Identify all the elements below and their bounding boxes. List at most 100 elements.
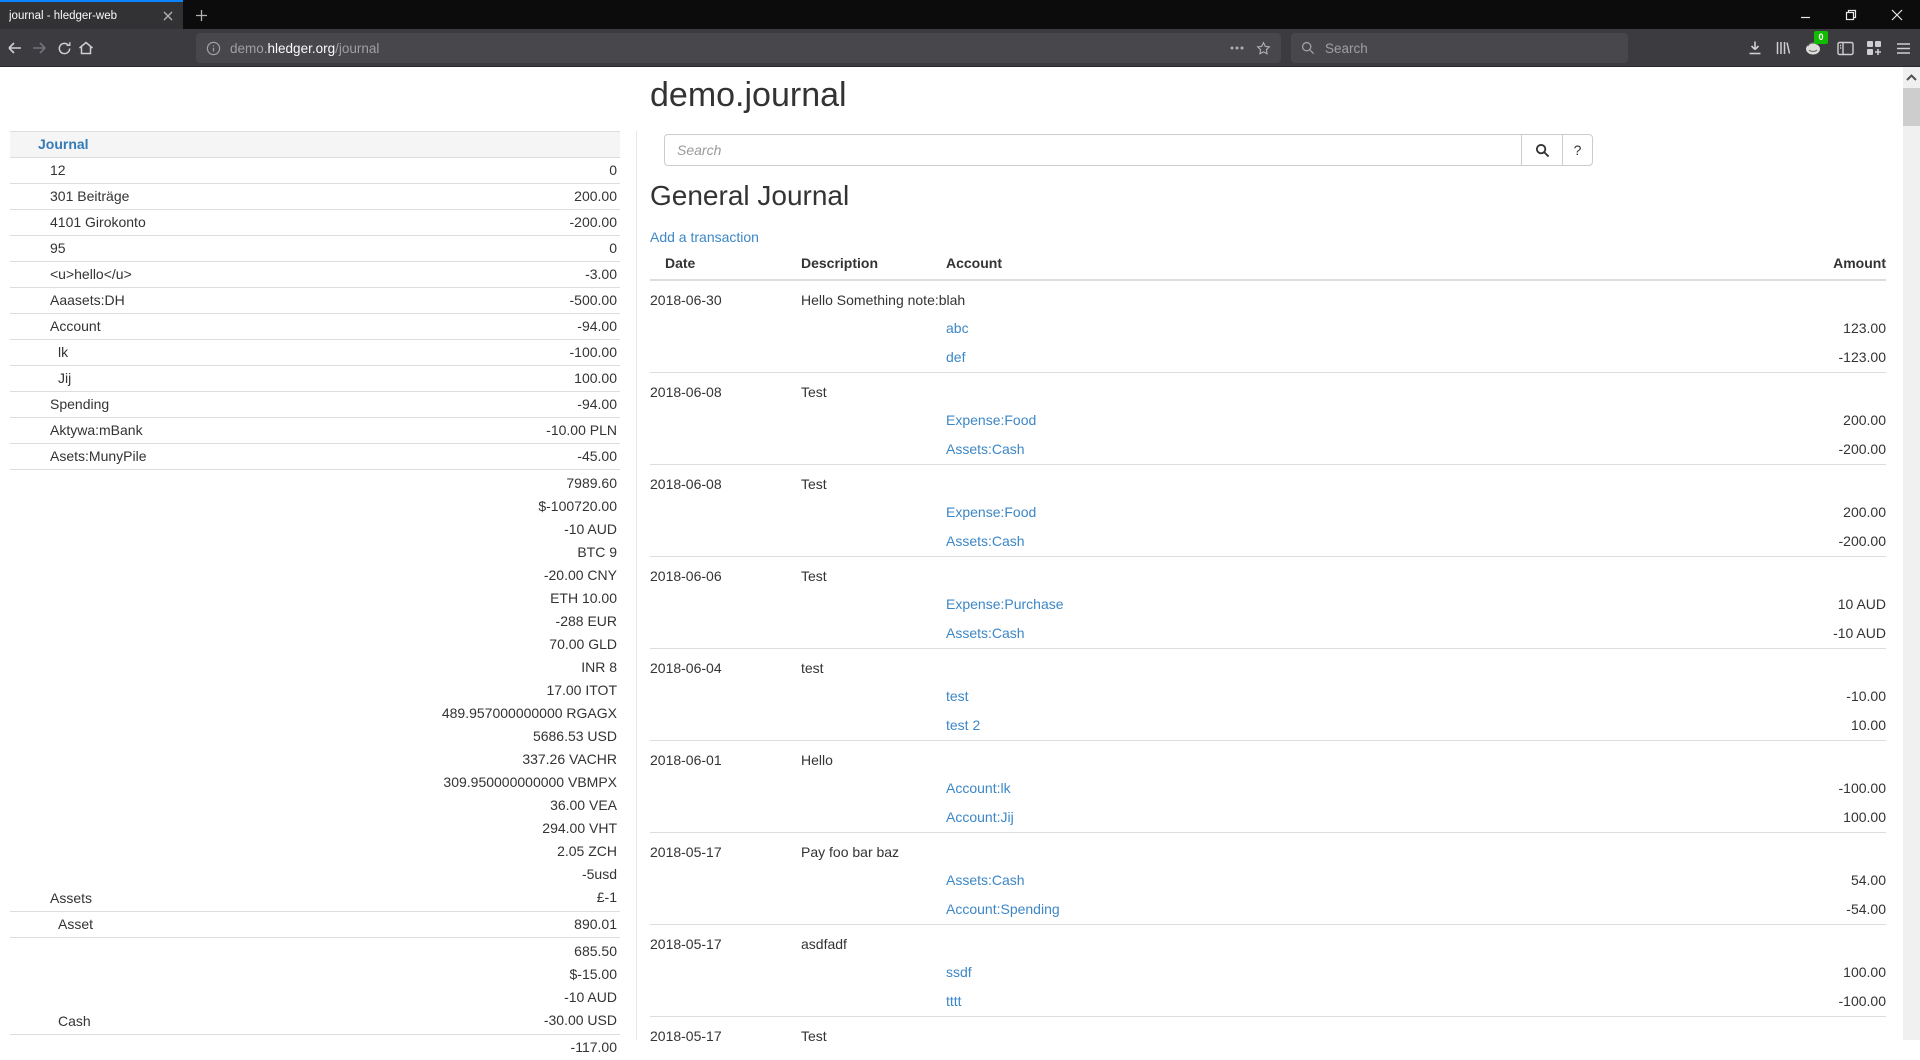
search-help-button[interactable]: ? [1562,134,1593,166]
column-description: Description [801,253,946,280]
posting-row: abc 123.00 [650,314,1886,343]
account-link[interactable]: Aktywa:mBank [50,422,143,438]
account-row: 95 0 [10,236,620,262]
posting-account-link[interactable]: Account:Jij [946,809,1014,825]
account-balance: -94.00 [275,392,620,418]
close-button[interactable] [1874,0,1920,29]
site-info-icon[interactable] [206,41,221,56]
search-input[interactable] [664,134,1522,166]
posting-account-link[interactable]: Expense:Food [946,504,1036,520]
transaction-date: 2018-05-17 [650,925,801,959]
sidebar-divider [636,131,637,1040]
url-bar[interactable]: demo.hledger.org/journal [196,33,1281,63]
extension-badge: 0 [1814,31,1828,44]
posting-amount: -10 AUD [1546,619,1886,649]
posting-account-link[interactable]: test 2 [946,717,980,733]
minimize-button[interactable] [1782,0,1828,29]
search-icon [1301,41,1315,55]
account-link[interactable]: 95 [50,240,66,256]
posting-row: Account:Spending -54.00 [650,895,1886,925]
sidebars-icon[interactable] [1832,35,1858,61]
transaction-description: asdfadf [801,925,1886,959]
home-icon[interactable] [74,36,98,60]
account-row: Jij 100.00 [10,366,620,392]
posting-account-link[interactable]: test [946,688,969,704]
posting-account-link[interactable]: def [946,349,965,365]
account-balance: -45.00 [275,444,620,470]
account-link[interactable]: 4101 Girokonto [50,214,146,230]
download-icon[interactable] [1742,35,1768,61]
account-row: Asets:MunyPile -45.00 [10,444,620,470]
account-row: Aktywa:mBank -10.00 PLN [10,418,620,444]
toolbar-search-field[interactable]: Search [1291,33,1628,63]
account-link[interactable]: 12 [50,162,66,178]
posting-amount: -100.00 [1546,987,1886,1017]
transaction-date: 2018-06-30 [650,280,801,314]
posting-amount: -123.00 [1546,343,1886,373]
search-button[interactable] [1521,134,1563,166]
menu-icon[interactable] [1890,35,1916,61]
posting-account-link[interactable]: Expense:Purchase [946,596,1064,612]
account-link[interactable]: <u>hello</u> [50,266,132,282]
posting-account-link[interactable]: tttt [946,993,962,1009]
forward-icon[interactable] [27,36,51,60]
transaction-row: 2018-06-08 Test [650,373,1886,407]
account-link[interactable]: Spending [50,396,109,412]
account-balance: -10.00 PLN [275,418,620,444]
transaction-row: 2018-05-17 asdfadf [650,925,1886,959]
transaction-row: 2018-06-30 Hello Something note:blah [650,280,1886,314]
restore-button[interactable] [1828,0,1874,29]
add-transaction-link[interactable]: Add a transaction [650,229,759,245]
posting-account-link[interactable]: ssdf [946,964,972,980]
browser-titlebar: journal - hledger-web [0,0,1920,29]
scrollbar-thumb[interactable] [1903,88,1920,126]
new-tab-button[interactable] [189,3,213,27]
account-link[interactable]: lk [58,344,68,360]
account-link[interactable]: Aaasets:DH [50,292,125,308]
account-link[interactable]: Cash [58,1013,91,1029]
posting-account-link[interactable]: Expense:Food [946,412,1036,428]
page-actions-icon[interactable] [1230,46,1244,50]
posting-account-link[interactable]: Assets:Cash [946,625,1025,641]
bookmark-star-icon[interactable] [1256,41,1271,56]
account-balance: -500.00 [275,288,620,314]
posting-row: test 2 10.00 [650,711,1886,741]
posting-account-link[interactable]: Account:Spending [946,901,1060,917]
posting-amount: 123.00 [1546,314,1886,343]
transaction-date: 2018-06-06 [650,557,801,591]
column-amount: Amount [1546,253,1886,280]
account-row: Assets 7989.60 $-100720.00 -10 AUD BTC 9… [10,470,620,912]
account-link[interactable]: Jij [58,370,71,386]
sidebar-journal-link[interactable]: Journal [38,136,89,152]
posting-account-link[interactable]: abc [946,320,969,336]
posting-account-link[interactable]: Assets:Cash [946,872,1025,888]
account-link[interactable]: Asets:MunyPile [50,448,146,464]
posting-account-link[interactable]: Assets:Cash [946,533,1025,549]
transaction-description: Test [801,557,1886,591]
posting-amount: -200.00 [1546,435,1886,465]
transaction-description: test [801,649,1886,683]
posting-account-link[interactable]: Assets:Cash [946,441,1025,457]
account-row: Aaasets:DH -500.00 [10,288,620,314]
scrollbar-track[interactable] [1903,67,1920,1040]
transaction-date: 2018-06-04 [650,649,801,683]
account-row: <u>hello</u> -3.00 [10,262,620,288]
tab-close-icon[interactable] [159,7,177,25]
account-link[interactable]: Account [50,318,101,334]
sidebar-journal-row: Journal [10,132,620,158]
grid-plus-icon[interactable] [1861,35,1887,61]
account-link[interactable]: 301 Beiträge [50,188,129,204]
account-link[interactable]: Asset [58,916,93,932]
back-icon[interactable] [3,36,27,60]
scroll-up-icon[interactable] [1903,69,1920,85]
reload-icon[interactable] [52,36,76,60]
window-controls [1782,0,1920,29]
library-icon[interactable] [1770,35,1796,61]
transaction-description: Pay foo bar baz [801,833,1886,867]
browser-tab[interactable]: journal - hledger-web [0,0,183,29]
posting-account-link[interactable]: Account:lk [946,780,1011,796]
toolbar-search-placeholder: Search [1325,41,1368,56]
account-balance-multiline: 685.50 $-15.00 -10 AUD -30.00 USD [275,938,620,1035]
account-link[interactable]: Assets [50,890,92,906]
journal-search-form: ? [664,134,1593,166]
